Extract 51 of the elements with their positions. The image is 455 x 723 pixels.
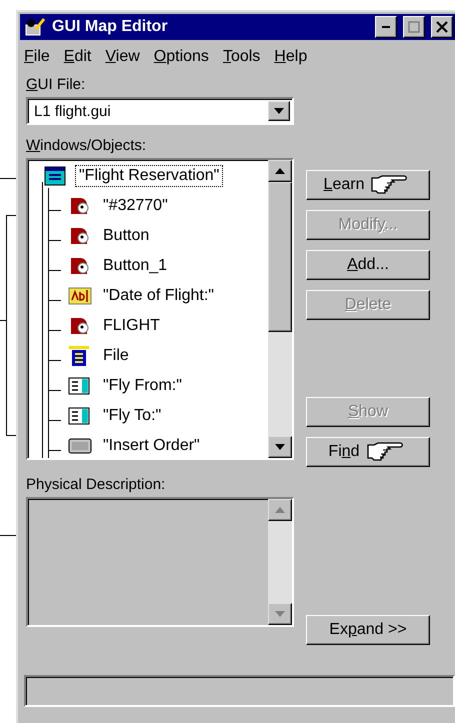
tree-item[interactable]: Button_1	[100, 256, 170, 276]
window-icon	[44, 166, 66, 186]
object-icon	[68, 225, 90, 247]
field-label: Physical Description:	[26, 476, 166, 493]
minimize-icon	[382, 26, 390, 28]
edit-field-icon	[68, 286, 92, 306]
up-arrow-icon	[275, 507, 285, 513]
tree-item[interactable]: "#32770"	[100, 196, 171, 216]
ok-button-icon	[68, 437, 92, 455]
minimize-button[interactable]	[375, 16, 397, 38]
find-button[interactable]: Find	[306, 437, 430, 467]
up-arrow-icon	[275, 168, 285, 174]
menu-item[interactable]: View	[105, 48, 140, 66]
gui-file-dropdown[interactable]: L1 flight.gui	[26, 97, 294, 125]
object-icon	[68, 255, 90, 277]
editor-app-icon	[24, 17, 46, 37]
tree-item[interactable]: File	[100, 346, 132, 366]
close-icon	[436, 21, 448, 33]
tree-item[interactable]: FLIGHT	[100, 316, 163, 336]
tree-item[interactable]: Button	[100, 226, 152, 246]
field-label: Windows/Objects:	[26, 137, 148, 154]
menu-icon	[68, 345, 90, 367]
learn-button[interactable]: Learn	[306, 170, 430, 200]
object-icon	[68, 195, 90, 217]
add-button[interactable]: Add...	[306, 250, 430, 280]
maximize-button[interactable]	[403, 16, 425, 38]
menu-item[interactable]: Edit	[64, 48, 92, 66]
field-label: GUI File:	[26, 76, 86, 93]
maximize-icon	[408, 21, 420, 33]
menu-item[interactable]: Help	[274, 48, 308, 66]
list-icon	[68, 406, 90, 426]
physical-description-box[interactable]	[26, 497, 294, 627]
menu-item[interactable]: Tools	[222, 48, 260, 66]
list-icon	[68, 376, 90, 396]
expand-button[interactable]: Expand >>	[306, 615, 430, 645]
tree-item[interactable]: "Flight Reservation"	[76, 166, 222, 186]
object-tree[interactable]: "Flight Reservation" "#32770" Button Button_1 "Date of Flight:" FLIGHT File "Fly From:" "Fly To:" "Insert Order"	[26, 158, 294, 460]
menu-item[interactable]: File	[24, 48, 50, 66]
close-button[interactable]	[431, 16, 453, 38]
scrollbar[interactable]	[268, 160, 292, 458]
tree-item[interactable]: "Insert Order"	[100, 436, 203, 456]
down-arrow-icon	[275, 444, 285, 450]
down-arrow-icon	[275, 611, 285, 617]
scrollbar[interactable]	[268, 499, 292, 625]
tree-item[interactable]: "Date of Flight:"	[100, 286, 217, 306]
down-arrow-icon	[274, 108, 284, 114]
object-icon	[68, 315, 90, 337]
tree-item[interactable]: "Fly From:"	[100, 376, 185, 396]
menu-item[interactable]: Options	[154, 48, 209, 66]
tree-item[interactable]: "Fly To:"	[100, 406, 164, 426]
window-title: GUI Map Editor	[52, 18, 169, 36]
